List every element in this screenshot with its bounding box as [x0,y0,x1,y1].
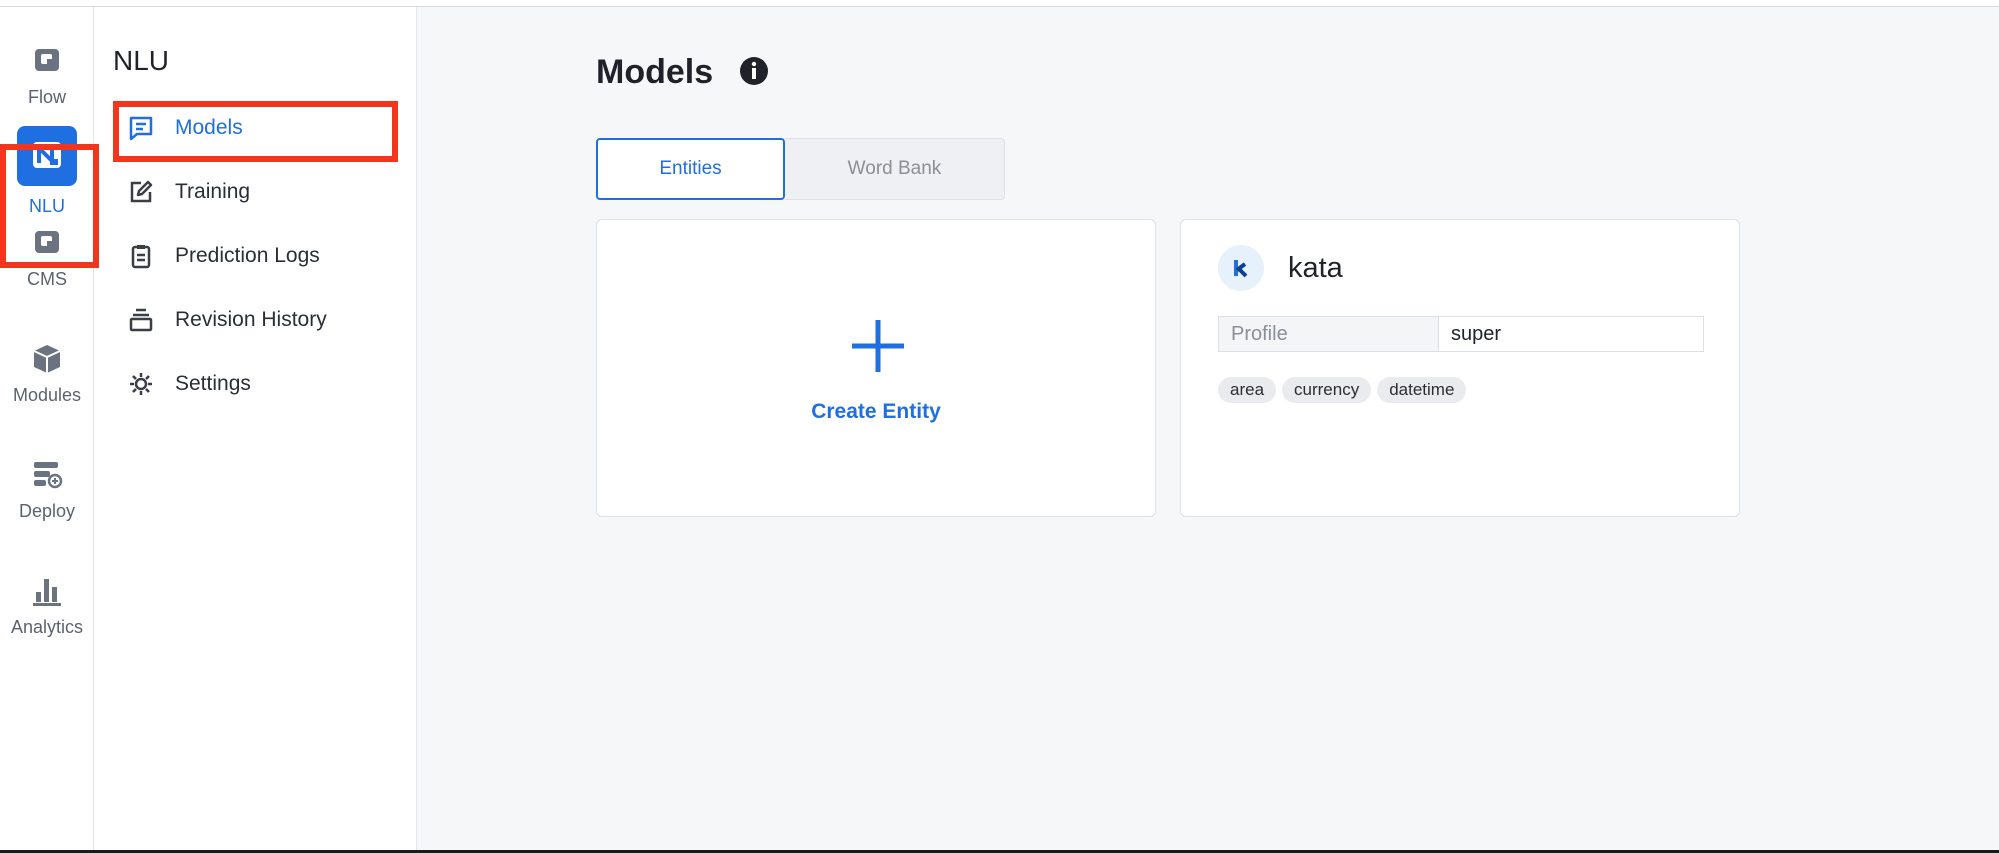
cms-icon [35,231,59,253]
top-border [0,0,1999,7]
rail-label-modules: Modules [12,385,82,405]
sidebar-label-settings: Settings [175,372,251,395]
sidebar-item-prediction-logs[interactable]: Prediction Logs [94,231,417,281]
sidebar-label-models: Models [175,116,243,139]
entity-tags: area currency datetime [1218,377,1467,403]
profile-row: Profile super [1218,316,1704,352]
rail-item-flow[interactable]: Flow [0,43,94,108]
model-tabs: Entities Word Bank [596,138,1005,200]
rail-label-flow: Flow [27,87,66,107]
rail-item-nlu[interactable]: NLU [0,126,94,217]
sidebar-label-prediction-logs: Prediction Logs [175,244,320,267]
app-rail: Flow NLU CMS Modules Deploy Analytics [0,7,94,850]
rail-item-analytics[interactable]: Analytics [0,573,94,638]
sidebar-label-revision-history: Revision History [175,308,327,331]
flow-icon [35,49,59,71]
nlu-sidebar: NLU Models Training Prediction Logs Revi… [94,7,417,850]
sidebar-item-settings[interactable]: Settings [94,359,417,409]
rail-item-modules[interactable]: Modules [0,341,94,406]
sidebar-item-revision-history[interactable]: Revision History [94,295,417,345]
nlu-icon [33,142,61,168]
modules-icon [33,345,61,373]
analytics-icon [33,579,61,606]
chat-icon [127,114,155,142]
deploy-icon [34,462,63,489]
info-icon[interactable] [739,56,769,86]
entity-card-kata[interactable]: kata Profile super area currency datetim… [1180,219,1740,517]
sidebar-item-models[interactable]: Models [94,103,417,153]
sidebar-item-training[interactable]: Training [94,167,417,217]
main-content: Models Entities Word Bank Create Entity … [417,7,1999,850]
tab-word-bank[interactable]: Word Bank [785,138,1005,200]
edit-icon [127,178,155,206]
rail-item-deploy[interactable]: Deploy [0,457,94,522]
profile-value: super [1439,316,1704,352]
rail-label-nlu: NLU [28,196,65,216]
create-entity-label: Create Entity [811,400,941,423]
gear-icon [127,370,155,398]
rail-label-analytics: Analytics [10,617,84,637]
profile-key: Profile [1218,316,1439,352]
rail-item-cms[interactable]: CMS [0,225,94,290]
create-entity-card[interactable]: Create Entity [596,219,1156,517]
entity-tag: datetime [1377,377,1467,403]
nlu-icon-box [17,126,77,186]
rail-label-cms: CMS [27,269,67,289]
sidebar-title: NLU [113,45,170,76]
sidebar-label-training: Training [175,180,251,203]
clipboard-icon [127,242,155,270]
entity-card-title: kata [1288,252,1343,284]
entity-tag: area [1218,377,1277,403]
stack-icon [127,306,155,334]
entity-tag: currency [1282,377,1372,403]
kata-logo-icon [1218,245,1264,291]
page-title: Models [596,53,714,91]
rail-label-deploy: Deploy [18,501,76,521]
plus-icon [852,320,904,372]
tab-entities[interactable]: Entities [596,138,785,200]
